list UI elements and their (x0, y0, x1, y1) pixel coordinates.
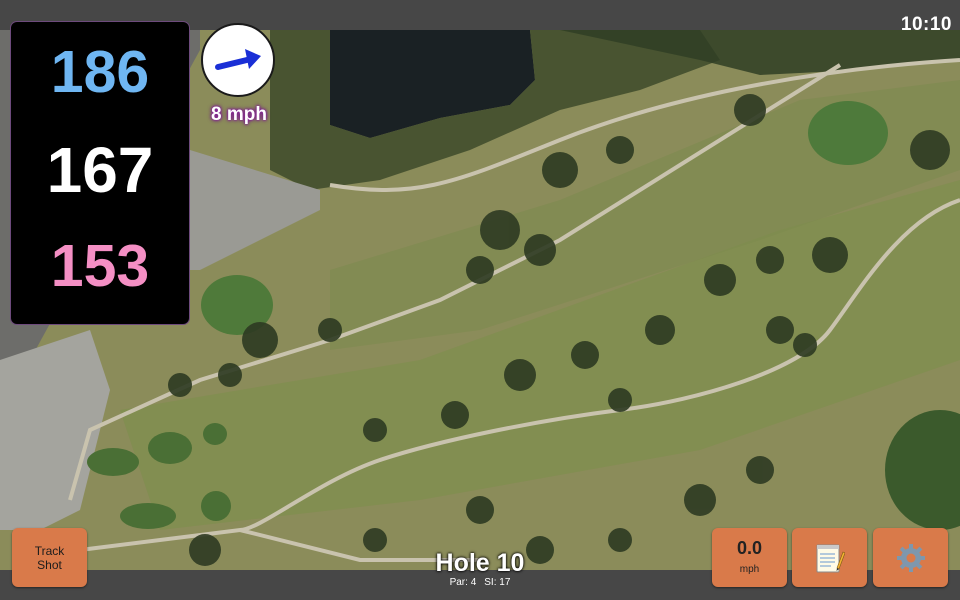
notepad-icon (816, 544, 845, 572)
hole-info: Par: 4 SI: 17 (380, 577, 580, 588)
front-distance: 153 (50, 233, 150, 299)
wind-speed-label: 8 mph (211, 104, 267, 125)
speed-unit: mph (739, 564, 760, 575)
status-clock: 10:10 (900, 14, 952, 35)
distance-panel: 186 167 153 (11, 22, 189, 324)
track-shot-label-line2: Shot (37, 557, 62, 572)
center-distance: 167 (46, 134, 154, 206)
settings-button[interactable] (873, 528, 948, 587)
track-shot-label-line1: Track (34, 543, 65, 558)
speed-button[interactable]: 0.0 mph (712, 528, 787, 587)
gear-icon (896, 543, 925, 572)
wind-indicator (201, 23, 275, 97)
hole-stroke-index: SI: 17 (484, 577, 511, 588)
speed-value: 0.0 (736, 538, 763, 558)
back-distance: 186 (50, 39, 150, 105)
notes-button[interactable] (792, 528, 867, 587)
hole-par: Par: 4 (449, 577, 477, 588)
track-shot-button[interactable]: Track Shot (12, 528, 87, 587)
wind-direction-arrow-icon (215, 49, 261, 70)
golf-gps-screen: 10:10 186 167 153 8 mph Track Shot Hole … (0, 0, 960, 600)
hole-title: Hole 10 (435, 549, 525, 577)
